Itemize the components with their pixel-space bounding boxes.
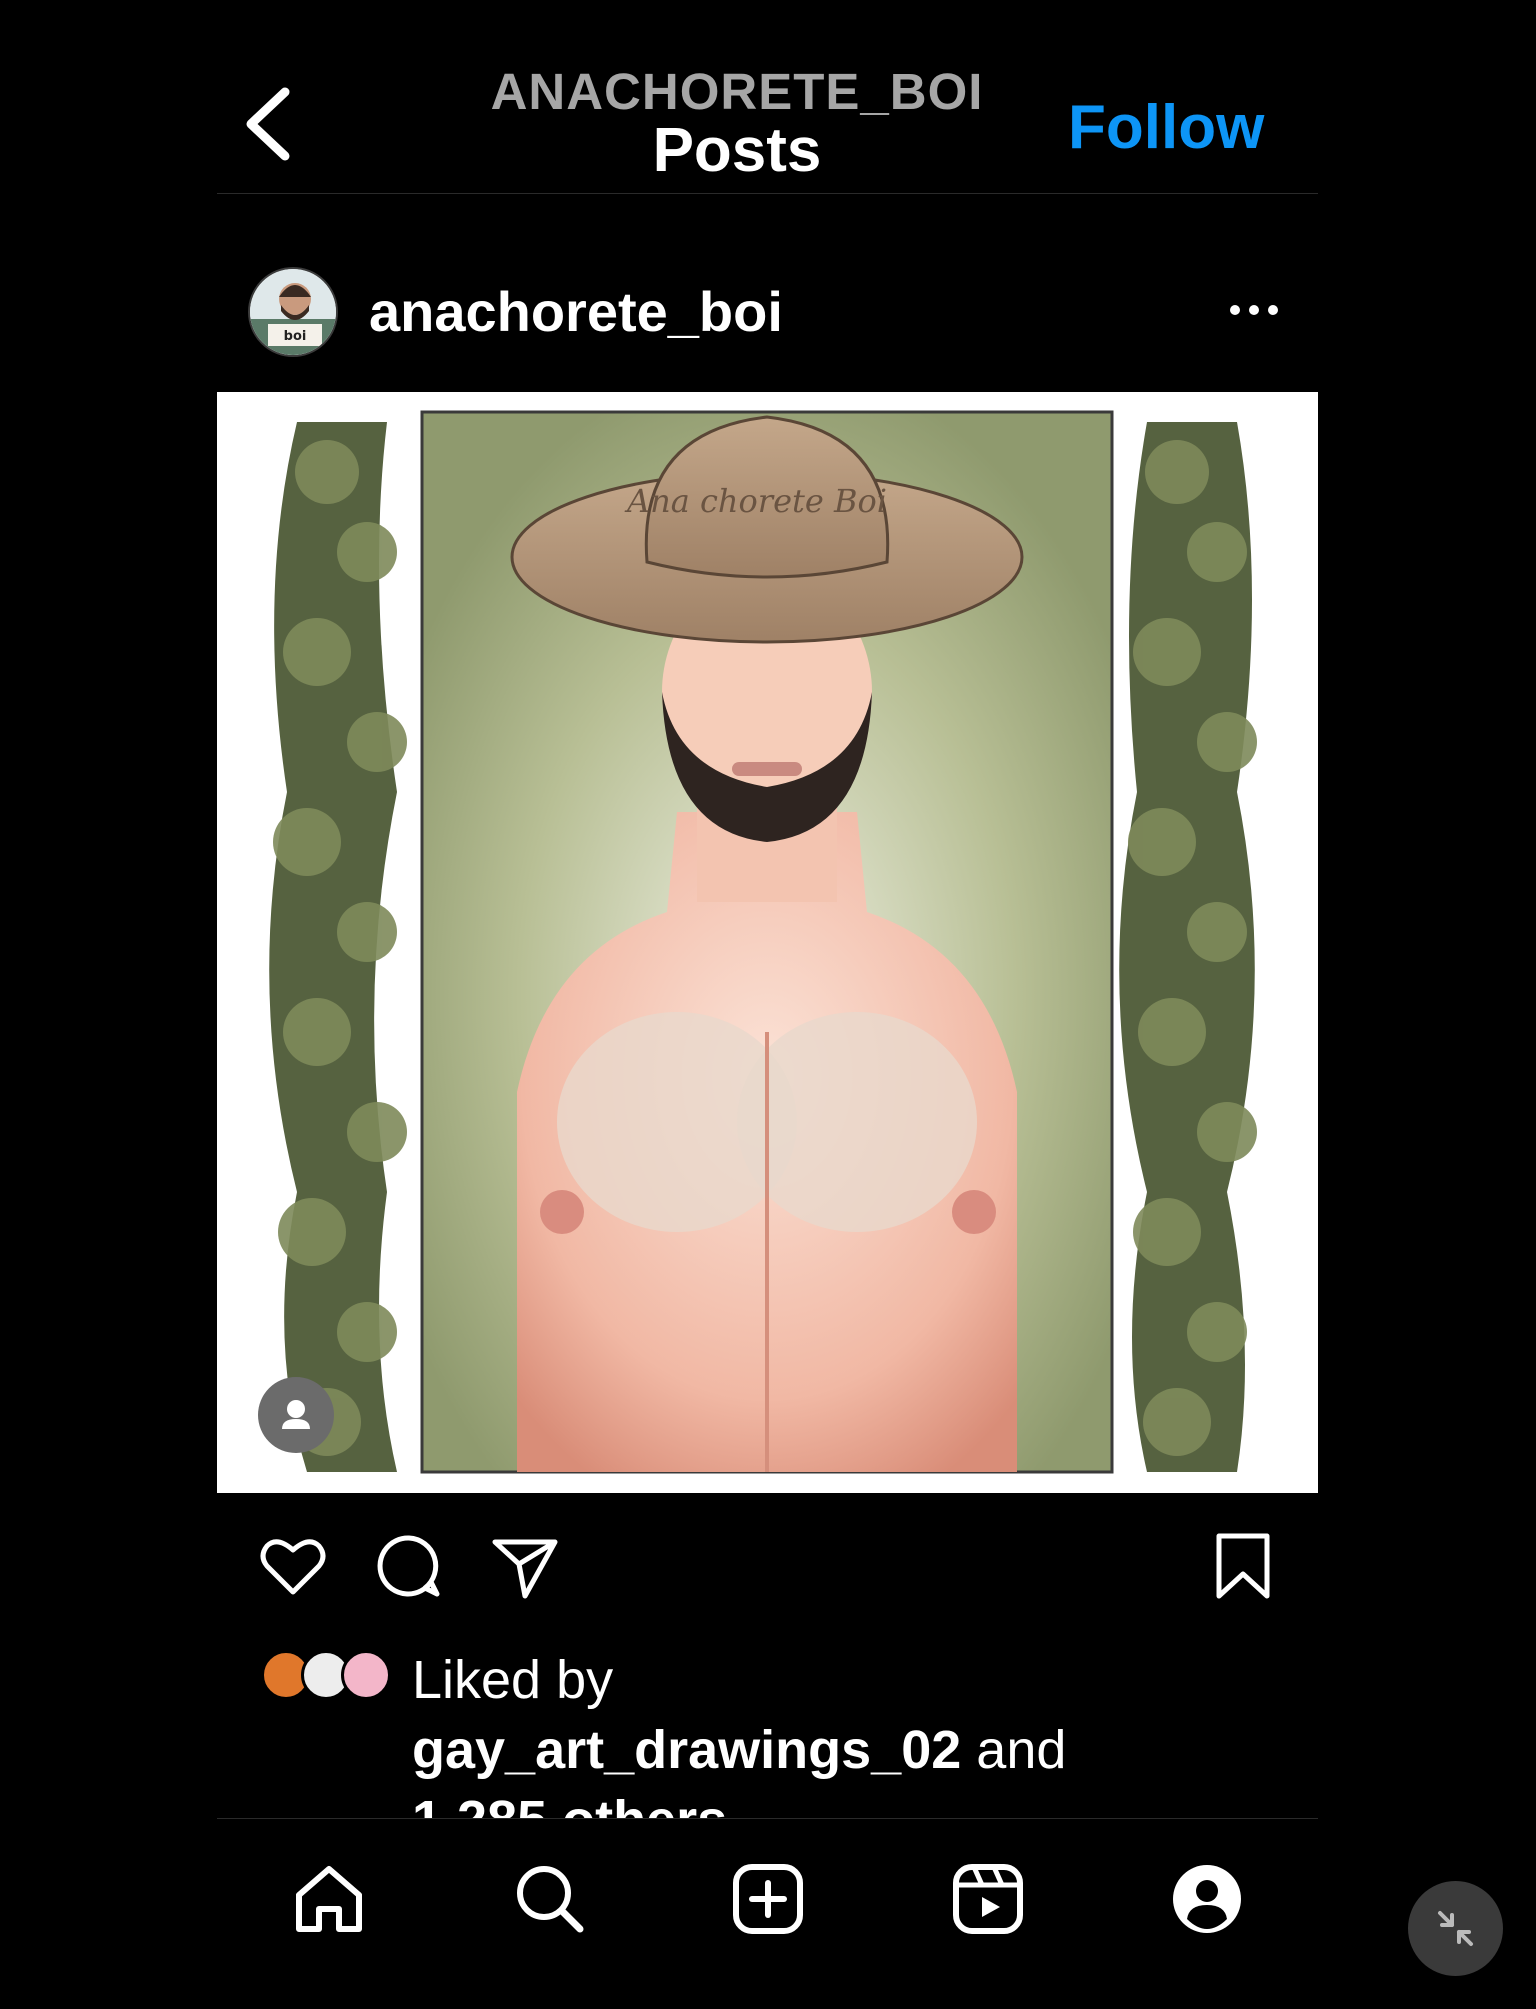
chevron-left-icon — [246, 87, 290, 161]
heart-icon — [260, 1539, 326, 1595]
more-horizontal-icon — [1230, 305, 1278, 315]
home-icon — [296, 1866, 362, 1932]
nav-reels[interactable] — [948, 1859, 1028, 1939]
person-icon — [282, 1400, 310, 1429]
hat-signature: Ana chorete Boi — [624, 482, 887, 520]
profile-icon — [1173, 1865, 1241, 1933]
post-image[interactable]: Ana chorete Boi — [217, 392, 1318, 1493]
share-button[interactable] — [489, 1530, 561, 1602]
page-title: Posts — [652, 116, 822, 185]
back-button[interactable] — [235, 80, 305, 170]
nav-create[interactable] — [728, 1859, 808, 1939]
more-options-button[interactable] — [1227, 295, 1281, 325]
avatar-badge-text: boi — [284, 329, 307, 344]
avatar[interactable]: boi — [248, 267, 338, 357]
bookmark-icon — [1216, 1533, 1270, 1599]
plus-square-icon — [733, 1864, 803, 1934]
comment-icon — [377, 1535, 440, 1597]
avatar-image: boi — [250, 269, 336, 355]
bottom-navigation — [217, 1818, 1318, 2009]
nav-profile[interactable] — [1167, 1859, 1247, 1939]
instagram-post-view: ANACHORETE_BOI Posts Follow boi anachore… — [217, 0, 1318, 2009]
liker-avatars[interactable] — [261, 1650, 391, 1704]
follow-button[interactable]: Follow — [1068, 92, 1264, 163]
likes-summary: Liked by gay_art_drawings_02 and 1,285 o… — [217, 1640, 1318, 1820]
nav-search[interactable] — [510, 1859, 590, 1939]
likes-others-count[interactable]: 1,285 others — [412, 1790, 727, 1820]
search-icon — [517, 1866, 584, 1933]
header-titles: ANACHORETE_BOI Posts — [467, 64, 1007, 182]
exit-fullscreen-button[interactable] — [1408, 1881, 1503, 1976]
send-icon — [492, 1539, 558, 1599]
post-header: boi anachorete_boi — [217, 265, 1318, 360]
post-illustration: Ana chorete Boi — [217, 392, 1318, 1493]
nav-home[interactable] — [289, 1859, 369, 1939]
like-button[interactable] — [257, 1530, 329, 1602]
post-actions — [217, 1520, 1318, 1610]
top-header: ANACHORETE_BOI Posts Follow — [217, 0, 1318, 194]
post-username[interactable]: anachorete_boi — [369, 279, 783, 344]
comment-button[interactable] — [373, 1530, 445, 1602]
minimize-icon — [1438, 1911, 1473, 1946]
liked-by-label: Liked by — [412, 1650, 614, 1710]
save-button[interactable] — [1207, 1530, 1279, 1602]
liker-avatar — [341, 1650, 391, 1700]
header-username: ANACHORETE_BOI — [490, 63, 984, 120]
likes-text: Liked by gay_art_drawings_02 and 1,285 o… — [412, 1645, 1272, 1820]
tagged-users-button[interactable] — [258, 1377, 334, 1453]
likes-and-label: and — [976, 1720, 1067, 1780]
reels-icon — [953, 1864, 1023, 1934]
liker-username[interactable]: gay_art_drawings_02 — [412, 1720, 961, 1780]
